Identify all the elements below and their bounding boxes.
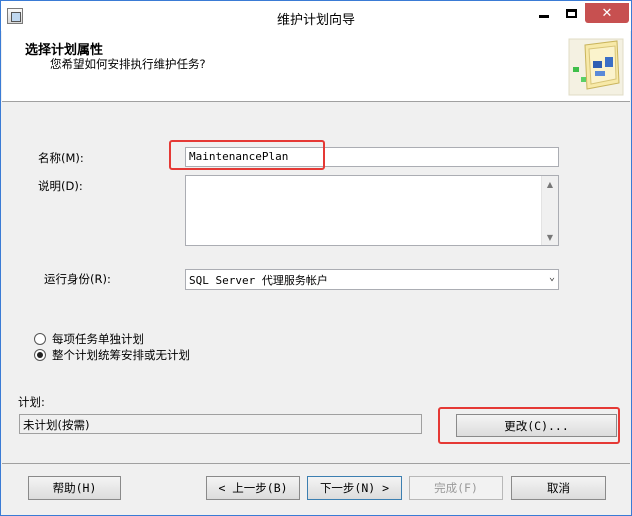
radio-button-selected[interactable] [34, 349, 46, 361]
name-input-highlight [169, 140, 325, 170]
name-label: 名称(M): [38, 151, 84, 165]
radio-label: 每项任务单独计划 [52, 332, 144, 346]
schedule-value: 未计划(按需) [19, 414, 422, 434]
close-icon: ✕ [601, 5, 613, 21]
radio-separate-schedules[interactable]: 每项任务单独计划 [34, 331, 144, 347]
scroll-up-icon[interactable]: ▲ [542, 176, 558, 192]
maximize-button[interactable] [558, 3, 584, 23]
change-button-highlight [438, 407, 620, 444]
close-button[interactable]: ✕ [585, 3, 629, 23]
run-as-select[interactable]: SQL Server 代理服务帐户 ⌄ [185, 269, 559, 290]
wizard-illustration-icon [568, 38, 624, 96]
radio-label: 整个计划统筹安排或无计划 [52, 348, 190, 362]
run-as-value: SQL Server 代理服务帐户 [189, 274, 328, 287]
minimize-button[interactable] [531, 3, 557, 23]
description-scrollbar[interactable]: ▲ ▼ [541, 176, 558, 245]
schedule-label: 计划: [18, 395, 45, 409]
maximize-icon [565, 8, 577, 18]
chevron-down-icon: ⌄ [548, 272, 555, 283]
footer-divider [2, 463, 630, 464]
description-label: 说明(D): [38, 179, 83, 193]
next-button[interactable]: 下一步(N) > [307, 476, 402, 500]
title-bar[interactable]: 维护计划向导 ✕ [1, 1, 631, 31]
scroll-down-icon[interactable]: ▼ [542, 229, 558, 245]
finish-button: 完成(F) [409, 476, 503, 500]
run-as-label: 运行身份(R): [44, 272, 111, 286]
radio-button[interactable] [34, 333, 46, 345]
help-button[interactable]: 帮助(H) [28, 476, 121, 500]
wizard-header: 选择计划属性 您希望如何安排执行维护任务? [2, 31, 630, 102]
minimize-icon [539, 14, 549, 18]
wizard-window: 维护计划向导 ✕ 选择计划属性 您希望如何安排执行维护任务? 名称(M): Ma… [0, 0, 632, 516]
back-button[interactable]: < 上一步(B) [206, 476, 300, 500]
cancel-button[interactable]: 取消 [511, 476, 606, 500]
description-textarea[interactable]: ▲ ▼ [185, 175, 559, 246]
page-subtitle: 您希望如何安排执行维护任务? [50, 57, 206, 71]
radio-single-schedule[interactable]: 整个计划统筹安排或无计划 [34, 347, 190, 363]
